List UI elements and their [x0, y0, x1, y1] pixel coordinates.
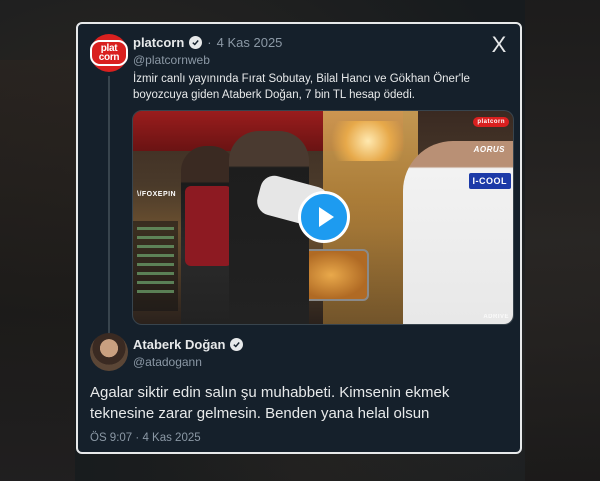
background-blur-right	[525, 0, 600, 481]
reply-date: 4 Kas 2025	[142, 432, 201, 444]
author-handle[interactable]: @platcornweb	[133, 53, 210, 67]
platcorn-avatar[interactable]: plat corn	[90, 34, 128, 72]
person-center	[229, 131, 309, 324]
thread-line	[108, 76, 110, 344]
play-icon[interactable]	[298, 191, 350, 243]
close-icon[interactable]: X	[488, 34, 510, 56]
platcorn-watermark: platcorn	[473, 117, 509, 127]
platcorn-logo: plat corn	[90, 40, 128, 66]
foxepin-watermark: \/FOXEPIN	[137, 191, 177, 198]
background-blur-left	[0, 60, 75, 481]
video-thumbnail[interactable]: \/FOXEPIN AORUS I-COOL platcorn ADRIVE	[132, 110, 514, 325]
reply-timestamp[interactable]: ÖS 9:07 · 4 Kas 2025	[90, 432, 201, 444]
date-separator: ·	[207, 35, 212, 50]
author-name[interactable]: platcorn	[133, 35, 184, 50]
shop-lights	[323, 121, 413, 161]
tweet-header: platcorn · 4 Kas 2025	[133, 35, 282, 50]
reply-author-handle[interactable]: @atadogann	[133, 355, 202, 369]
tweet-card: X plat corn platcorn · 4 Kas 2025 @platc…	[76, 22, 522, 454]
aorus-watermark: AORUS	[473, 145, 505, 154]
adrive-watermark: ADRIVE	[483, 314, 509, 320]
reply-time: ÖS 9:07	[90, 432, 133, 444]
reply-date-separator: ·	[135, 432, 140, 444]
reply-author-name[interactable]: Ataberk Doğan	[133, 337, 225, 352]
reply-header: Ataberk Doğan	[133, 337, 244, 352]
person-left-shirt	[185, 186, 232, 266]
reply-text: Agalar siktir edin salın şu muhabbeti. K…	[90, 384, 450, 422]
person-right	[403, 141, 513, 324]
ataberk-avatar[interactable]	[90, 333, 128, 371]
stream-chat-overlay	[133, 221, 178, 311]
verified-badge-icon	[189, 36, 203, 49]
icool-watermark: I-COOL	[468, 173, 511, 189]
tweet-date[interactable]: 4 Kas 2025	[217, 35, 283, 50]
tweet-text: İzmir canlı yayınında Fırat Sobutay, Bil…	[133, 73, 470, 101]
verified-badge-icon	[230, 338, 244, 351]
